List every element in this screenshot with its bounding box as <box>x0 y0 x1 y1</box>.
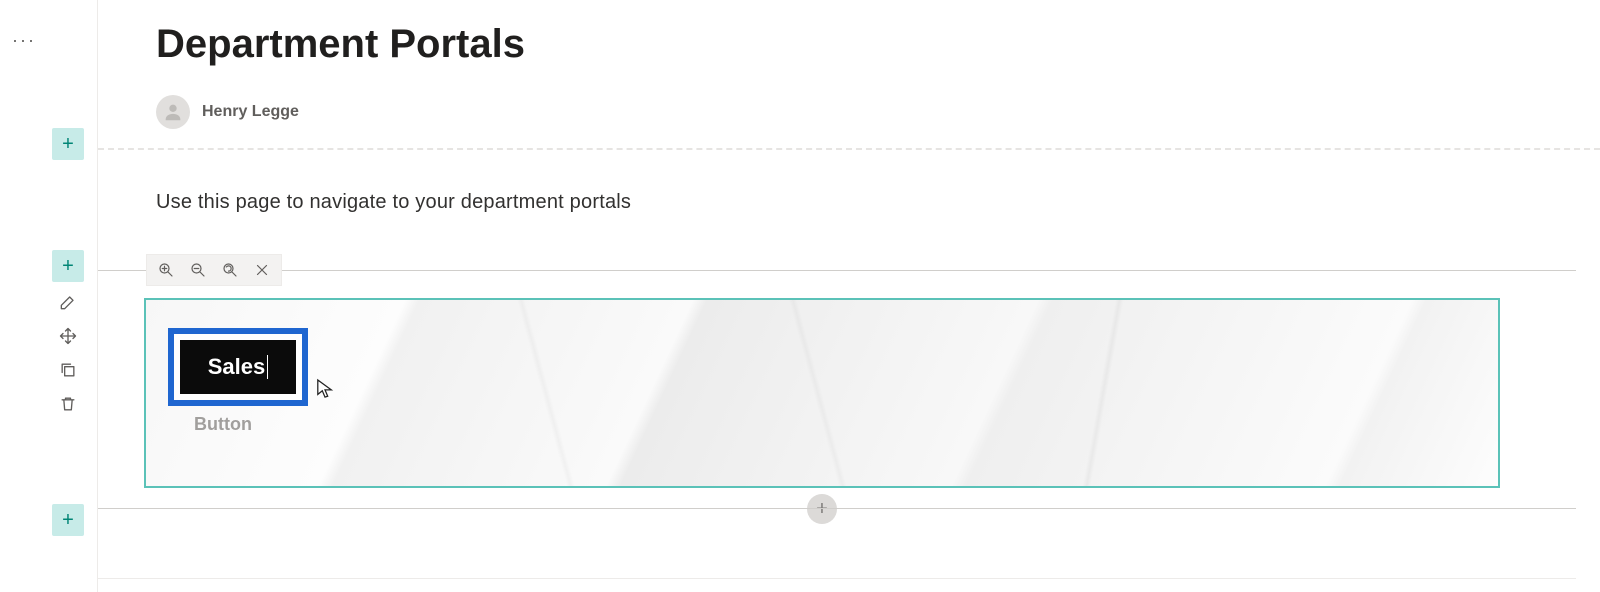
add-webpart-button[interactable]: + <box>807 494 837 524</box>
delete-section-icon[interactable] <box>58 394 78 414</box>
intro-text[interactable]: Use this page to navigate to your depart… <box>156 191 1600 214</box>
zoom-toolbar <box>146 254 282 286</box>
section-divider <box>98 578 1576 579</box>
command-bar-overflow[interactable]: ··· <box>0 0 48 592</box>
edit-section-icon[interactable] <box>58 292 78 312</box>
section-rail: + + + <box>48 0 98 592</box>
duplicate-section-icon[interactable] <box>58 360 78 380</box>
zoom-out-icon[interactable] <box>189 261 207 279</box>
button-item-selected[interactable]: Sales <box>168 328 308 406</box>
plus-icon: + <box>62 510 74 530</box>
button-label-editor[interactable]: Sales <box>180 340 296 394</box>
title-area-divider <box>98 148 1600 150</box>
close-icon[interactable] <box>253 261 271 279</box>
section-tools <box>52 292 84 414</box>
add-section-button[interactable]: + <box>52 504 84 536</box>
author-avatar[interactable] <box>156 95 190 129</box>
zoom-in-icon[interactable] <box>157 261 175 279</box>
button-label: Sales <box>208 354 266 380</box>
text-caret <box>267 355 268 379</box>
plus-icon: + <box>62 134 74 154</box>
section-bottom-border <box>98 508 1576 509</box>
add-section-button[interactable]: + <box>52 250 84 282</box>
button-webpart[interactable]: Sales Button <box>144 298 1500 488</box>
page-byline: Henry Legge <box>156 95 1600 129</box>
add-section-button[interactable]: + <box>52 128 84 160</box>
page-title[interactable]: Department Portals <box>156 22 1600 67</box>
plus-icon: + <box>816 499 828 519</box>
move-section-icon[interactable] <box>58 326 78 346</box>
ellipsis-icon: ··· <box>12 30 36 592</box>
zoom-reset-icon[interactable] <box>221 261 239 279</box>
section-top-border <box>98 270 1576 271</box>
plus-icon: + <box>62 256 74 276</box>
button-stack: Sales <box>168 328 308 406</box>
button-item-placeholder[interactable]: Button <box>194 414 252 435</box>
person-icon <box>162 101 184 123</box>
cursor-icon <box>316 378 334 400</box>
author-name[interactable]: Henry Legge <box>202 103 299 121</box>
page-canvas: Department Portals Henry Legge Use this … <box>98 0 1600 592</box>
